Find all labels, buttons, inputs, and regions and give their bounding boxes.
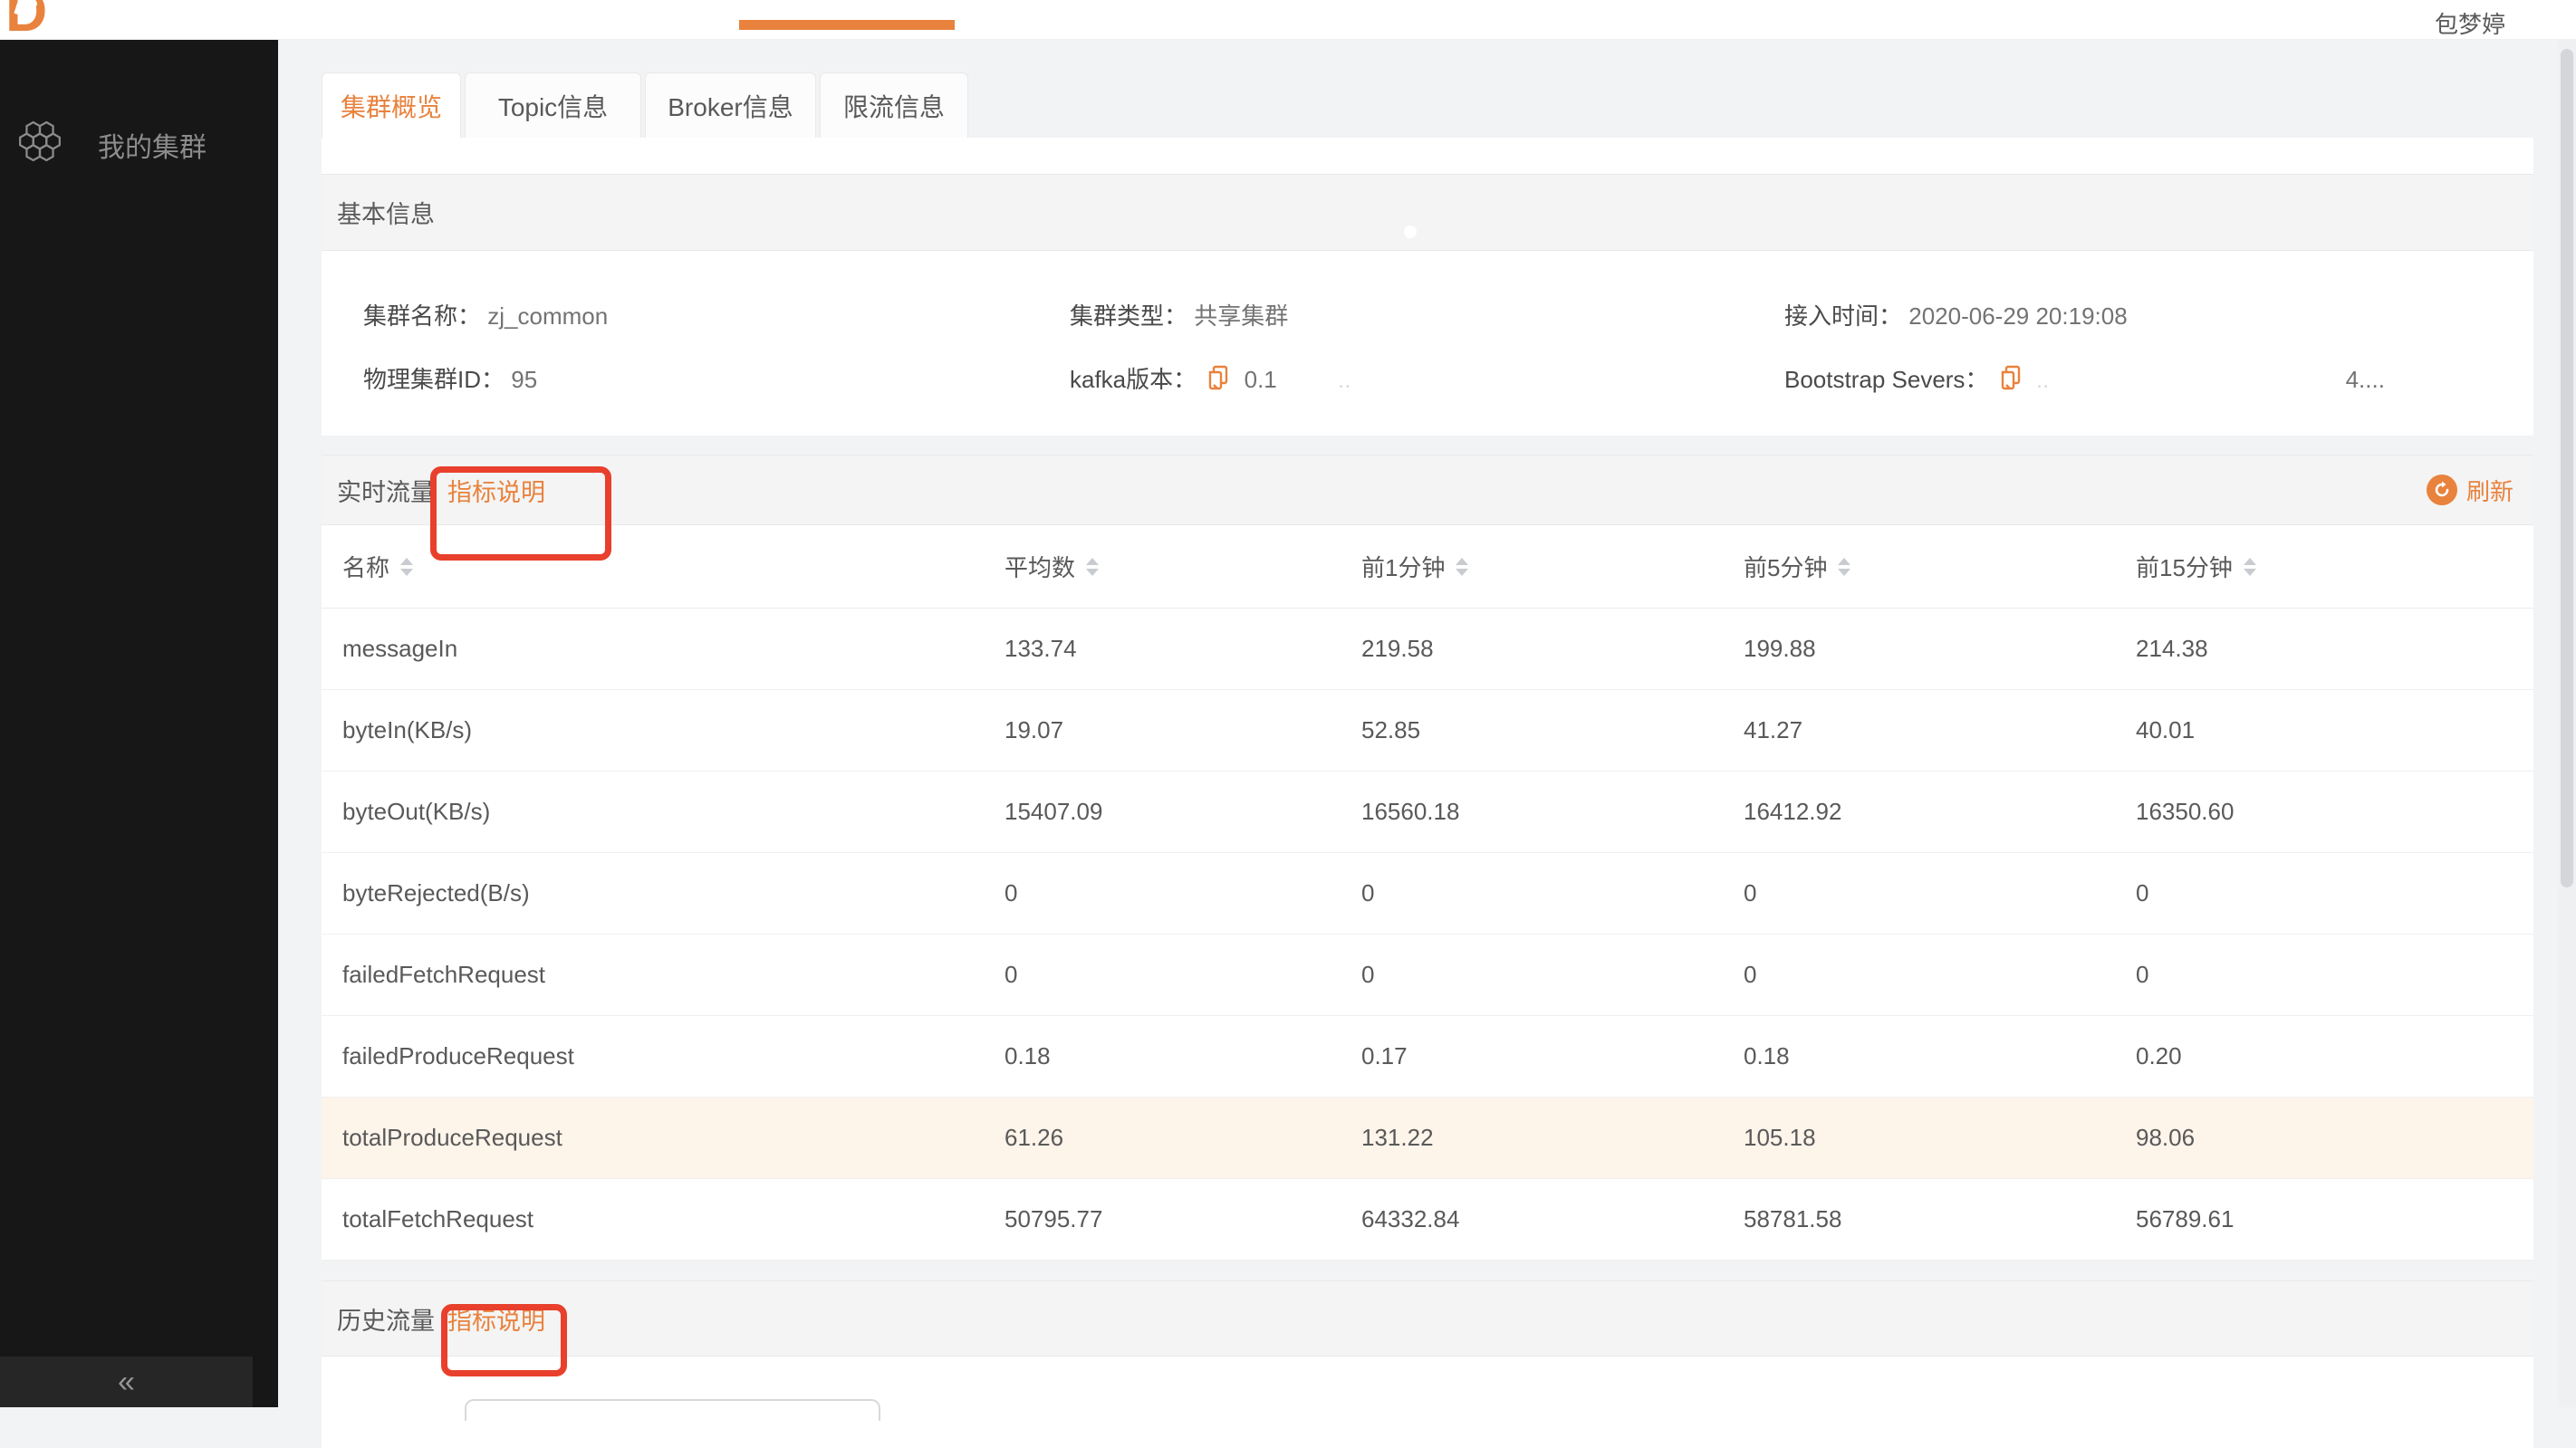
collapse-chevrons-icon: «	[118, 1365, 135, 1400]
refresh-icon	[2427, 475, 2457, 505]
app-logo-icon: D	[5, 0, 78, 38]
redacted-servers-fragment: ..	[2036, 366, 2049, 393]
refresh-button[interactable]: 刷新	[2427, 474, 2514, 507]
metrics-table-header: 名称 平均数 前1分钟 前5分钟 前15分钟	[322, 525, 2533, 609]
sidebar-item-label: 我的集群	[98, 125, 207, 165]
annotation-handle-dot	[1454, 158, 1466, 171]
field-access-time: 接入时间： 2020-06-29 20:19:08	[1784, 298, 2128, 331]
table-row-byteOut: byteOut(KB/s) 15407.09 16560.18 16412.92…	[322, 772, 2533, 853]
col-header-last-5-min[interactable]: 前5分钟	[1744, 550, 2136, 583]
metric-description-link[interactable]: 指标说明	[447, 473, 545, 508]
overview-card: 基本信息 集群名称： zj_common 集群类型： 共享集群 接入时间： 20…	[322, 138, 2533, 1448]
active-nav-indicator	[739, 20, 955, 30]
svg-text:D: D	[5, 0, 47, 38]
main-content: 集群概览 Topic信息 Broker信息 限流信息 基本信息 集群名称： zj…	[278, 40, 2576, 1407]
tab-throttle-info[interactable]: 限流信息	[820, 72, 968, 138]
sort-icon	[1086, 558, 1099, 576]
field-cluster-type: 集群类型： 共享集群	[1070, 298, 1288, 331]
redacted-version-fragment: ..	[1338, 366, 1350, 393]
tab-broker-info[interactable]: Broker信息	[645, 72, 816, 138]
sidebar: 我的集群 «	[0, 40, 278, 1407]
table-row-failedFetchRequest: failedFetchRequest 0 0 0 0	[322, 935, 2533, 1016]
table-row-byteIn: byteIn(KB/s) 19.07 52.85 41.27 40.01	[322, 690, 2533, 772]
user-menu[interactable]: 包梦婷	[2435, 6, 2505, 40]
tab-topic-info[interactable]: Topic信息	[465, 72, 641, 138]
table-row-messageIn: messageIn 133.74 219.58 199.88 214.38	[322, 609, 2533, 690]
scrollbar-thumb[interactable]	[2561, 49, 2573, 887]
annotation-handle-dot	[1404, 225, 1417, 238]
history-range-control[interactable]	[465, 1399, 880, 1421]
sort-icon	[400, 558, 413, 576]
sidebar-collapse-button[interactable]: «	[0, 1357, 253, 1407]
basic-info-body: 集群名称： zj_common 集群类型： 共享集群 接入时间： 2020-06…	[322, 251, 2533, 436]
history-traffic-header: 历史流量 指标说明	[322, 1280, 2533, 1357]
sort-icon	[1456, 558, 1468, 576]
col-header-average[interactable]: 平均数	[1004, 550, 1361, 583]
tab-cluster-overview[interactable]: 集群概览	[322, 72, 461, 138]
top-bar: D 包梦婷	[0, 0, 2576, 40]
table-row-failedProduceRequest: failedProduceRequest 0.18 0.17 0.18 0.20	[322, 1016, 2533, 1098]
table-row-byteRejected: byteRejected(B/s) 0 0 0 0	[322, 853, 2533, 935]
field-kafka-version: kafka版本： 0.1 ..	[1070, 361, 1350, 398]
field-bootstrap-servers: Bootstrap Severs： .. 4....	[1784, 361, 2385, 398]
field-cluster-name: 集群名称： zj_common	[363, 298, 608, 331]
tab-bar: 集群概览 Topic信息 Broker信息 限流信息	[322, 72, 968, 138]
col-header-name[interactable]: 名称	[342, 550, 1004, 583]
copy-icon[interactable]	[1206, 364, 1230, 398]
copy-icon[interactable]	[1999, 364, 2023, 398]
metric-description-link[interactable]: 指标说明	[447, 1301, 545, 1337]
col-header-last-1-min[interactable]: 前1分钟	[1361, 550, 1744, 583]
basic-info-title: 基本信息	[337, 195, 435, 230]
scrollbar-track	[2558, 40, 2576, 1407]
table-row-totalProduceRequest: totalProduceRequest 61.26 131.22 105.18 …	[322, 1098, 2533, 1179]
col-header-last-15-min[interactable]: 前15分钟	[2136, 550, 2533, 583]
honeycomb-cluster-icon	[14, 118, 65, 172]
sort-icon	[2244, 558, 2256, 576]
history-traffic-body	[322, 1357, 2533, 1408]
realtime-traffic-header: 实时流量 指标说明 刷新	[322, 455, 2533, 525]
field-physical-cluster-id: 物理集群ID： 95	[363, 361, 537, 395]
table-row-totalFetchRequest: totalFetchRequest 50795.77 64332.84 5878…	[322, 1179, 2533, 1261]
basic-info-header: 基本信息	[322, 174, 2533, 251]
history-traffic-title: 历史流量	[337, 1301, 435, 1337]
realtime-traffic-title: 实时流量	[337, 473, 435, 508]
sidebar-item-my-clusters[interactable]: 我的集群	[0, 40, 278, 172]
refresh-label: 刷新	[2466, 474, 2514, 507]
sort-icon	[1838, 558, 1850, 576]
